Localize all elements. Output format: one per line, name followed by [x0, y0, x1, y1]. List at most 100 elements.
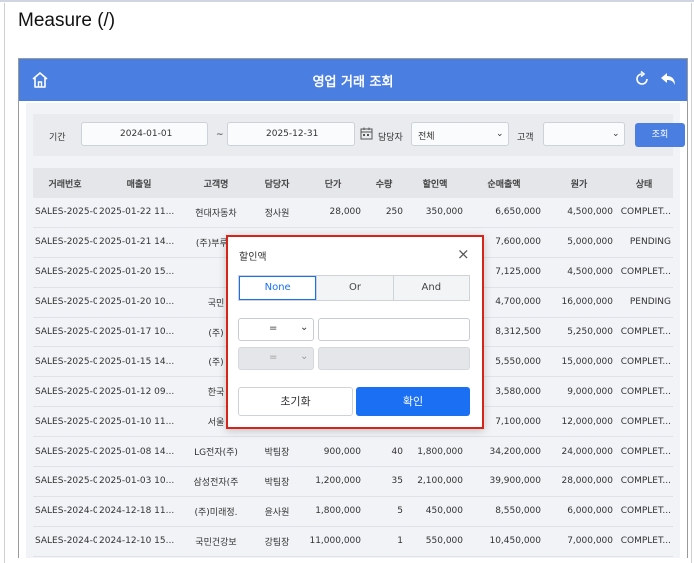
table-cell: 2025-01-10 11...: [97, 406, 181, 438]
table-row[interactable]: SALES-2025-0...2025-01-03 10...삼성전자(주박팀장…: [33, 466, 673, 497]
column-header[interactable]: 단가: [303, 168, 363, 198]
search-button[interactable]: 조회: [635, 123, 685, 147]
table-cell: 28,000: [303, 198, 363, 228]
column-header[interactable]: 원가: [543, 168, 615, 198]
table-row[interactable]: SALES-2025-0...2025-01-08 14...LG전자(주)박팀…: [33, 436, 673, 468]
table-cell: SALES-2025-0...: [33, 317, 97, 348]
table-cell: 350,000: [405, 198, 465, 228]
chevron-down-icon: ⌄: [300, 322, 309, 333]
table-cell: 2025-01-17 10...: [97, 317, 181, 348]
back-arrow-icon[interactable]: [659, 70, 677, 88]
operator-1-value: =: [269, 323, 278, 334]
table-cell: PENDING: [615, 287, 673, 318]
close-icon[interactable]: ×: [457, 245, 470, 263]
table-cell: 1,200,000: [303, 466, 363, 497]
table-cell: 박팀장: [251, 436, 303, 468]
table-cell: SALES-2025-0...: [33, 287, 97, 318]
table-cell: 900,000: [303, 436, 363, 468]
operator-select-2: = ⌄: [238, 347, 314, 370]
table-cell: 박팀장: [251, 466, 303, 497]
table-cell: 15,000,000: [543, 346, 615, 378]
customer-label: 고객: [517, 133, 534, 143]
chevron-down-icon: ⌄: [300, 351, 309, 362]
table-row[interactable]: SALES-2024-0...2024-12-18 11...(주)미래정.윤사…: [33, 496, 673, 527]
logic-option-and[interactable]: And: [392, 276, 469, 300]
start-date-value: 2024-01-01: [120, 129, 173, 139]
table-cell: LG전자(주): [181, 436, 251, 468]
table-cell: 10,450,000: [465, 526, 543, 557]
table-cell: 국민건강보: [181, 526, 251, 557]
column-header[interactable]: 담당자: [251, 168, 303, 198]
end-date-value: 2025-12-31: [266, 129, 319, 139]
manager-select[interactable]: 전체 ⌄: [411, 122, 509, 146]
table-cell: 2025-01-15 14...: [97, 346, 181, 378]
top-border: [0, 0, 694, 2]
value-input-1[interactable]: [318, 318, 470, 341]
table-cell: SALES-2025-0...: [33, 227, 97, 258]
table-cell: 강팀장: [251, 526, 303, 557]
table-cell: 삼성전자(주: [181, 466, 251, 497]
operator-2-value: =: [269, 352, 278, 363]
table-cell: 2025-01-20 15...: [97, 257, 181, 288]
table-cell: 5,250,000: [543, 317, 615, 348]
table-cell: 2025-01-08 14...: [97, 436, 181, 468]
table-cell: 현대자동차: [181, 198, 251, 228]
refresh-icon[interactable]: [633, 70, 651, 88]
column-header[interactable]: 매출일: [97, 168, 181, 198]
confirm-button[interactable]: 확인: [356, 387, 470, 416]
operator-select-1[interactable]: = ⌄: [238, 318, 314, 341]
logic-option-or[interactable]: Or: [316, 276, 393, 300]
column-header[interactable]: 고객명: [181, 168, 251, 198]
table-cell: 6,650,000: [465, 198, 543, 228]
table-cell: 28,000,000: [543, 466, 615, 497]
table-cell: SALES-2025-0...: [33, 198, 97, 228]
chevron-down-icon: ⌄: [496, 129, 504, 139]
logic-segmented-control: None Or And: [238, 275, 470, 301]
column-header[interactable]: 순매출액: [465, 168, 543, 198]
table-cell: 24,000,000: [543, 436, 615, 468]
app-header: 영업 거래 조회: [19, 59, 687, 101]
period-label: 기간: [49, 133, 66, 143]
table-cell: SALES-2024-0...: [33, 496, 97, 527]
column-header[interactable]: 상태: [615, 168, 673, 198]
table-cell: 2,100,000: [405, 466, 465, 497]
table-cell: 450,000: [405, 496, 465, 527]
reset-button[interactable]: 초기화: [238, 387, 353, 416]
table-cell: SALES-2025-0...: [33, 436, 97, 468]
column-header[interactable]: 할인액: [405, 168, 465, 198]
table-cell: SALES-2025-0...: [33, 346, 97, 378]
table-cell: 윤사원: [251, 496, 303, 527]
column-header[interactable]: 수량: [363, 168, 405, 198]
page-title: Measure (/): [18, 10, 116, 31]
table-cell: COMPLET...: [615, 496, 673, 527]
table-cell: COMPLET...: [615, 436, 673, 468]
filter-bar: 기간 2024-01-01 ~ 2025-12-31 담당자 전체 ⌄ 고객 ⌄…: [33, 114, 685, 156]
end-date-input[interactable]: 2025-12-31: [227, 122, 355, 146]
table-row[interactable]: SALES-2025-0...2025-01-22 11...현대자동차정사원2…: [33, 198, 673, 228]
table-cell: COMPLET...: [615, 346, 673, 378]
start-date-input[interactable]: 2024-01-01: [81, 122, 208, 146]
table-cell: 4,500,000: [543, 257, 615, 288]
table-cell: SALES-2025-0...: [33, 466, 97, 497]
table-cell: 2025-01-20 10...: [97, 287, 181, 318]
table-cell: 16,000,000: [543, 287, 615, 318]
table-cell: SALES-2025-0...: [33, 406, 97, 438]
table-cell: PENDING: [615, 227, 673, 258]
table-cell: 8,550,000: [465, 496, 543, 527]
date-separator: ~: [216, 130, 224, 140]
logic-option-none[interactable]: None: [239, 276, 317, 300]
app-title: 영업 거래 조회: [312, 75, 394, 90]
table-header-row: 거래번호 매출일 고객명 담당자 단가 수량 할인액 순매출액 원가 상태: [33, 168, 673, 198]
table-cell: COMPLET...: [615, 198, 673, 228]
column-header[interactable]: 거래번호: [33, 168, 97, 198]
manager-label: 담당자: [378, 133, 403, 143]
table-cell: 2024-12-18 11...: [97, 496, 181, 527]
calendar-icon[interactable]: [360, 127, 373, 140]
table-cell: 40: [363, 436, 405, 468]
table-cell: 9,000,000: [543, 376, 615, 408]
customer-select[interactable]: ⌄: [543, 122, 625, 146]
table-cell: 11,000,000: [303, 526, 363, 557]
table-row[interactable]: SALES-2024-0...2024-12-10 15...국민건강보강팀장1…: [33, 526, 673, 557]
table-cell: 1,800,000: [405, 436, 465, 468]
table-cell: 2025-01-03 10...: [97, 466, 181, 497]
